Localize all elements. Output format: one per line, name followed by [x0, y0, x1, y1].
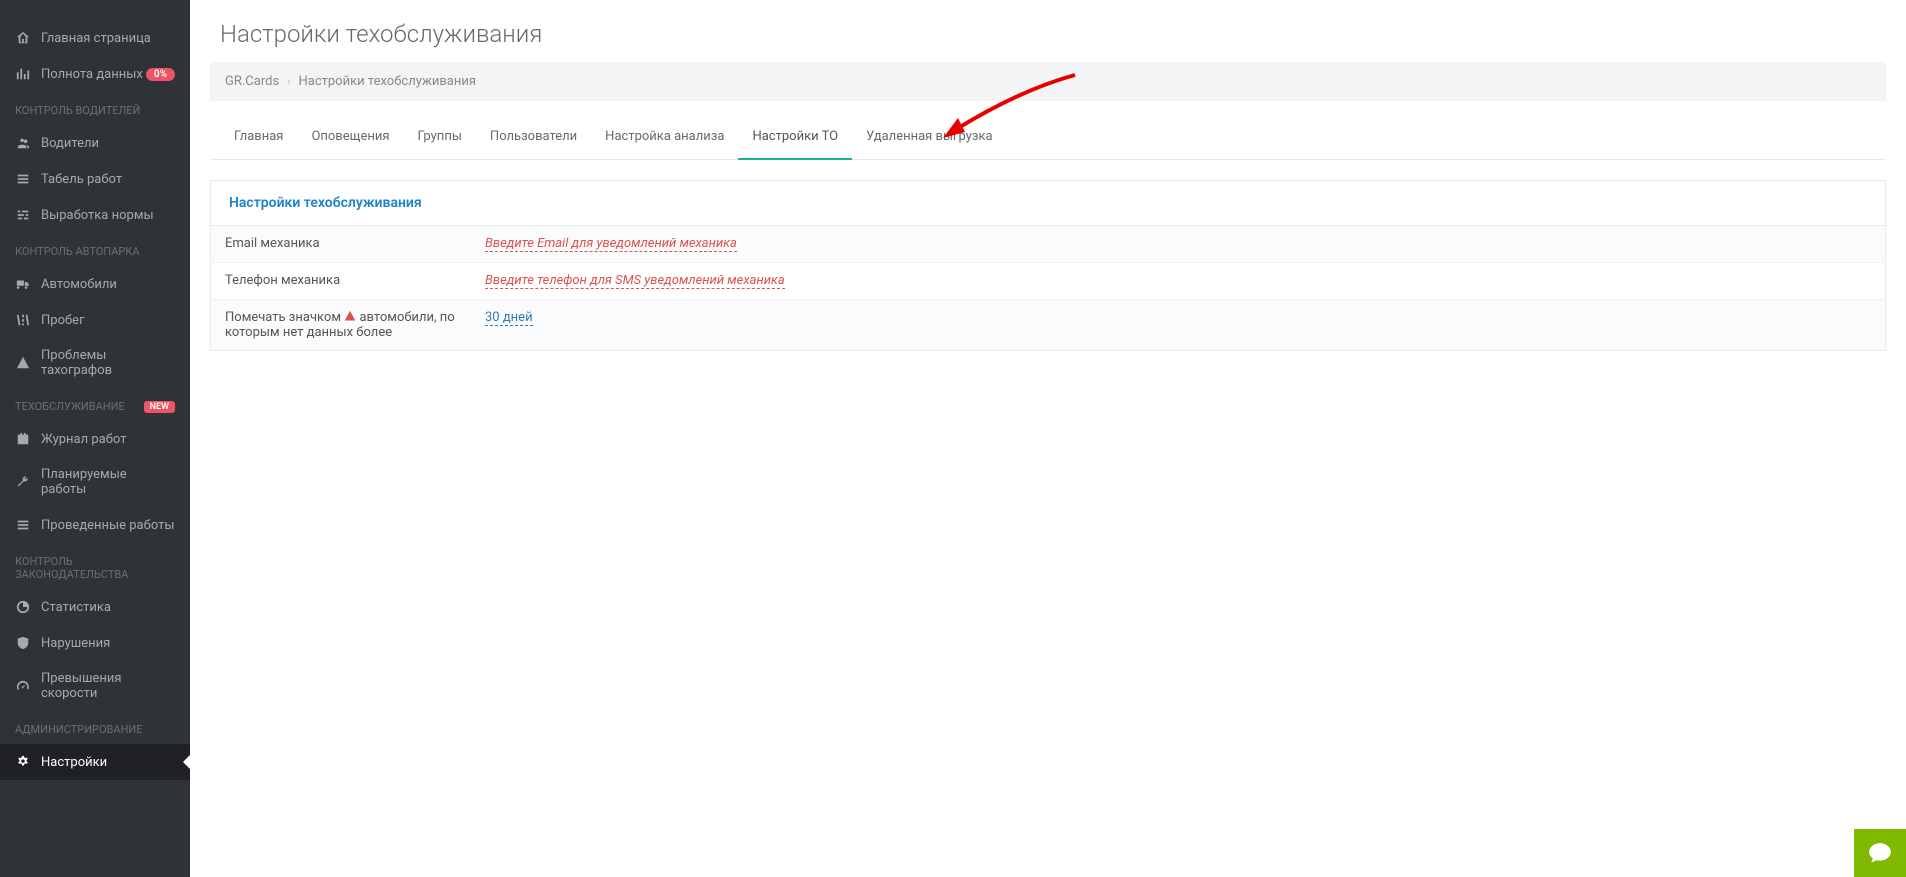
section-label: КОНТРОЛЬ ЗАКОНОДАТЕЛЬСТВА [15, 555, 175, 581]
sidebar-item-label: Настройки [41, 755, 175, 770]
tab-groups[interactable]: Группы [404, 115, 476, 160]
calendar-icon [15, 431, 31, 447]
tab-alerts[interactable]: Оповещения [297, 115, 403, 160]
breadcrumb-current: Настройки техобслуживания [298, 74, 476, 89]
section-label: КОНТРОЛЬ ВОДИТЕЛЕЙ [15, 104, 140, 117]
settings-row-phone: Телефон механика Введите телефон для SMS… [211, 263, 1885, 300]
sidebar-item-label: Проблемы тахографов [41, 348, 175, 378]
row-label: Телефон механика [211, 263, 471, 300]
panel-title: Настройки техобслуживания [211, 181, 1885, 226]
sidebar-item-label: Водители [41, 136, 175, 151]
sidebar-section-admin: АДМИНИСТРИРОВАНИЕ [0, 711, 190, 744]
sidebar-item-completeness[interactable]: Полнота данных 0% [0, 56, 190, 92]
sidebar-item-label: Выработка нормы [41, 208, 175, 223]
shield-icon [15, 635, 31, 651]
sidebar-item-label: Планируемые работы [41, 467, 175, 497]
page-title: Настройки техобслуживания [210, 20, 1886, 62]
chat-icon [1867, 840, 1893, 866]
sidebar-section-legal-control: КОНТРОЛЬ ЗАКОНОДАТЕЛЬСТВА [0, 543, 190, 589]
list-check-icon [15, 517, 31, 533]
warning-icon [15, 355, 31, 371]
sliders-icon [15, 207, 31, 223]
sidebar-section-fleet-control: КОНТРОЛЬ АВТОПАРКА [0, 233, 190, 266]
pie-chart-icon [15, 599, 31, 615]
sidebar-item-label: Журнал работ [41, 432, 175, 447]
sidebar-item-label: Проведенные работы [41, 518, 175, 533]
list-icon [15, 171, 31, 187]
tab-main[interactable]: Главная [220, 115, 297, 160]
badge-percent: 0% [146, 68, 175, 81]
sidebar-item-vehicles[interactable]: Автомобили [0, 266, 190, 302]
gauge-icon [15, 678, 31, 694]
sidebar-section-maintenance: ТЕХОБСЛУЖИВАНИЕ NEW [0, 388, 190, 421]
settings-panel: Настройки техобслуживания Email механика… [210, 180, 1886, 351]
row-label: Помечать значком автомобили, по которым … [211, 300, 471, 351]
sidebar-item-tachograph-issues[interactable]: Проблемы тахографов [0, 338, 190, 388]
sidebar-item-label: Автомобили [41, 277, 175, 292]
home-icon [15, 30, 31, 46]
tab-users[interactable]: Пользователи [476, 115, 591, 160]
sidebar-item-statistics[interactable]: Статистика [0, 589, 190, 625]
section-label: АДМИНИСТРИРОВАНИЕ [15, 723, 143, 736]
breadcrumb: GR.Cards › Настройки техобслуживания [210, 62, 1886, 101]
sidebar-item-speeding[interactable]: Превышения скорости [0, 661, 190, 711]
sidebar-item-label: Превышения скорости [41, 671, 175, 701]
sidebar: Главная страница Полнота данных 0% КОНТР… [0, 0, 190, 877]
sidebar-item-label: Статистика [41, 600, 175, 615]
sidebar-item-settings[interactable]: Настройки [0, 744, 190, 780]
sidebar-item-timesheet[interactable]: Табель работ [0, 161, 190, 197]
email-edit-link[interactable]: Введите Email для уведомлений механика [485, 236, 737, 252]
chat-fab-button[interactable] [1854, 829, 1906, 877]
warning-triangle-icon [344, 310, 356, 325]
badge-new: NEW [144, 401, 175, 413]
wrench-icon [15, 474, 31, 490]
sidebar-item-planned-work[interactable]: Планируемые работы [0, 457, 190, 507]
gears-icon [15, 754, 31, 770]
breadcrumb-root[interactable]: GR.Cards [225, 74, 279, 89]
users-icon [15, 135, 31, 151]
sidebar-item-label: Полнота данных [41, 67, 146, 82]
settings-row-email: Email механика Введите Email для уведомл… [211, 226, 1885, 263]
sidebar-item-drivers[interactable]: Водители [0, 125, 190, 161]
sidebar-item-mileage[interactable]: Пробег [0, 302, 190, 338]
label-pre: Помечать значком [225, 310, 341, 325]
sidebar-item-home[interactable]: Главная страница [0, 20, 190, 56]
bar-chart-icon [15, 66, 31, 82]
phone-edit-link[interactable]: Введите телефон для SMS уведомлений меха… [485, 273, 785, 289]
sidebar-item-label: Нарушения [41, 636, 175, 651]
settings-table: Email механика Введите Email для уведомл… [211, 226, 1885, 350]
section-label: ТЕХОБСЛУЖИВАНИЕ [15, 400, 125, 413]
sidebar-section-drivers-control: КОНТРОЛЬ ВОДИТЕЛЕЙ [0, 92, 190, 125]
sidebar-item-label: Пробег [41, 313, 175, 328]
days-edit-link[interactable]: 30 дней [485, 310, 533, 326]
chevron-right-icon: › [287, 75, 290, 88]
tab-to-settings[interactable]: Настройки ТО [738, 115, 852, 160]
sidebar-item-norms[interactable]: Выработка нормы [0, 197, 190, 233]
sidebar-item-violations[interactable]: Нарушения [0, 625, 190, 661]
section-label: КОНТРОЛЬ АВТОПАРКА [15, 245, 140, 258]
sidebar-item-label: Главная страница [41, 31, 175, 46]
tab-analysis[interactable]: Настройка анализа [591, 115, 738, 160]
sidebar-item-label: Табель работ [41, 172, 175, 187]
sidebar-item-done-work[interactable]: Проведенные работы [0, 507, 190, 543]
sidebar-item-work-journal[interactable]: Журнал работ [0, 421, 190, 457]
row-label: Email механика [211, 226, 471, 263]
tabs: Главная Оповещения Группы Пользователи Н… [210, 115, 1886, 160]
road-icon [15, 312, 31, 328]
truck-icon [15, 276, 31, 292]
settings-row-mark-stale: Помечать значком автомобили, по которым … [211, 300, 1885, 351]
main-content: Настройки техобслуживания GR.Cards › Нас… [190, 0, 1906, 877]
tab-remote-export[interactable]: Удаленная выгрузка [852, 115, 1006, 160]
